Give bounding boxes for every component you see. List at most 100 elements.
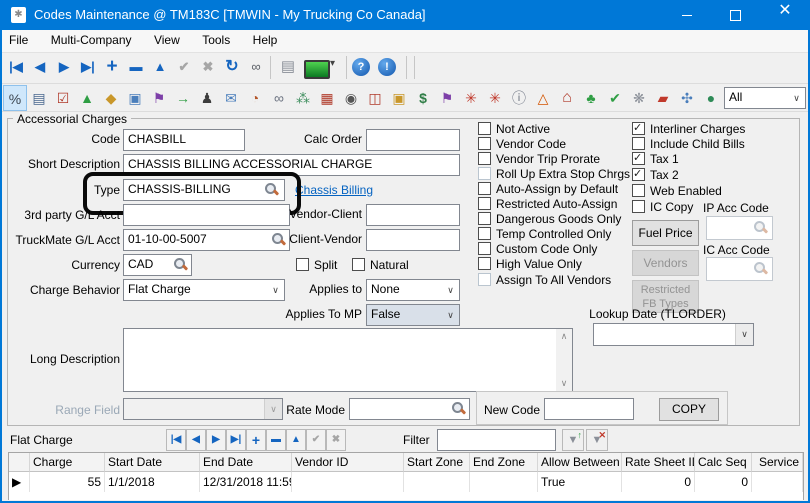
import-card-icon[interactable]: → [171, 85, 195, 111]
grid-first-icon[interactable]: |◀ [166, 429, 186, 451]
grid-header-service[interactable]: Service [752, 453, 803, 472]
grid-cancel-icon[interactable]: ✖ [326, 429, 346, 451]
tax2-checkbox[interactable] [632, 168, 645, 181]
car-icon[interactable]: ▰ [651, 85, 675, 111]
percent-icon[interactable]: % [3, 85, 27, 111]
grid-header-end-zone[interactable]: End Zone [470, 453, 538, 472]
refresh-icon[interactable]: ↻ [220, 54, 244, 80]
menu-help[interactable]: Help [244, 30, 287, 52]
applies-to-mp-select[interactable]: False ∨ [366, 304, 460, 326]
grid-header-start-zone[interactable]: Start Zone [404, 453, 470, 472]
vendor-client-field[interactable] [366, 204, 460, 226]
menu-tools[interactable]: Tools [193, 30, 239, 52]
type-link[interactable]: Chassis Billing [295, 183, 373, 197]
menu-file[interactable]: File [0, 30, 37, 52]
auto-assign-default-checkbox[interactable] [478, 182, 491, 195]
minimize-button[interactable] [664, 0, 710, 30]
high-value-checkbox[interactable] [478, 257, 491, 270]
copy-pages-icon[interactable]: ▣ [123, 85, 147, 111]
gold-pack-icon[interactable]: ◆ [99, 85, 123, 111]
code-field[interactable]: CHASBILL [123, 129, 245, 151]
screen-dropdown-icon[interactable]: ▾ [330, 58, 335, 69]
scroll-up-icon[interactable]: ∧ [556, 329, 572, 344]
shapes-icon[interactable]: △ [531, 85, 555, 111]
info-doc-icon[interactable]: ⓘ [507, 85, 531, 111]
grid-header-vendor-id[interactable]: Vendor ID [292, 453, 404, 472]
prior-record-icon[interactable]: ◀ [28, 54, 52, 80]
ic-copy-checkbox[interactable] [632, 200, 645, 213]
next-record-icon[interactable]: ▶ [52, 54, 76, 80]
scope-select[interactable]: All ∨ [724, 87, 806, 109]
grid-header-start-date[interactable]: Start Date [105, 453, 200, 472]
print-icon[interactable]: ▤ [276, 54, 300, 80]
vendor-code-checkbox[interactable] [478, 137, 491, 150]
grid-header-end-date[interactable]: End Date [200, 453, 292, 472]
gears-icon[interactable]: ❋ [627, 85, 651, 111]
menu-view[interactable]: View [145, 30, 189, 52]
rate-mode-field[interactable] [349, 398, 470, 420]
invoice-icon[interactable]: $ [411, 85, 435, 111]
grid-last-icon[interactable]: ▶| [226, 429, 246, 451]
filter-apply-button[interactable]: ▼ ↑ [562, 429, 584, 451]
calendar-icon[interactable]: ▦ [315, 85, 339, 111]
natural-checkbox[interactable] [352, 258, 365, 271]
camera-icon[interactable]: ◉ [339, 85, 363, 111]
insert-record-icon[interactable]: + [100, 54, 124, 80]
range-field-select[interactable]: ∨ [123, 398, 283, 420]
checklist-icon[interactable]: ☑ [51, 85, 75, 111]
custom-code-checkbox[interactable] [478, 242, 491, 255]
type-lookup-icon[interactable] [264, 182, 279, 197]
binoculars-icon[interactable]: ∞ [244, 54, 268, 80]
screen-icon[interactable] [304, 60, 330, 79]
not-active-checkbox[interactable] [478, 122, 491, 135]
split-checkbox[interactable] [296, 258, 309, 271]
client-vendor-field[interactable] [366, 229, 460, 251]
menu-multi-company[interactable]: Multi-Company [42, 30, 141, 52]
cancel-edit-icon[interactable]: ✖ [196, 54, 220, 80]
dangerous-goods-checkbox[interactable] [478, 212, 491, 225]
temp-controlled-checkbox[interactable] [478, 227, 491, 240]
applies-to-select[interactable]: None ∨ [366, 279, 460, 301]
scroll-down-icon[interactable]: ∨ [556, 376, 572, 391]
tree-icon[interactable]: ♣ [579, 85, 603, 111]
rate-mode-lookup-icon[interactable] [451, 401, 466, 416]
chart-icon[interactable]: ▲ [75, 85, 99, 111]
calc-order-field[interactable] [366, 129, 460, 151]
edit-record-icon[interactable]: ▲ [148, 54, 172, 80]
grid-header-charge[interactable]: Charge [30, 453, 105, 472]
grid-insert-icon[interactable]: + [246, 429, 266, 451]
mail-icon[interactable]: ✉ [219, 85, 243, 111]
about-icon[interactable]: ! [378, 58, 396, 76]
grid-delete-icon[interactable]: ▬ [266, 429, 286, 451]
grid-header-rate-sheet-id[interactable]: Rate Sheet ID [622, 453, 695, 472]
atom-red-icon[interactable]: ✳ [459, 85, 483, 111]
lookup-date-select[interactable]: ∨ [593, 323, 754, 346]
grid-next-icon[interactable]: ▶ [206, 429, 226, 451]
home-icon[interactable]: ⌂ [555, 85, 579, 111]
driver-icon[interactable]: ♟ [195, 85, 219, 111]
long-description-scrollbar[interactable]: ∧ ∨ [556, 329, 572, 391]
approve-check-icon[interactable]: ✔ [603, 85, 627, 111]
flag2-icon[interactable]: ⚑ [435, 85, 459, 111]
help-icon[interactable]: ? [352, 58, 370, 76]
gauge-icon[interactable]: ◔ [243, 85, 267, 111]
restricted-auto-assign-checkbox[interactable] [478, 197, 491, 210]
include-child-bills-checkbox[interactable] [632, 137, 645, 150]
type-field[interactable]: CHASSIS-BILLING [123, 179, 285, 201]
filter-input[interactable] [437, 429, 556, 451]
grid-prior-icon[interactable]: ◀ [186, 429, 206, 451]
code-list-icon[interactable]: ▤ [27, 85, 51, 111]
maximize-button[interactable] [712, 0, 758, 30]
currency-lookup-icon[interactable] [173, 257, 188, 272]
copy-button[interactable]: COPY [659, 398, 719, 421]
currency-field[interactable]: CAD [123, 254, 192, 276]
last-record-icon[interactable]: ▶| [76, 54, 100, 80]
first-record-icon[interactable]: |◀ [4, 54, 28, 80]
link-icon[interactable]: ∞ [267, 85, 291, 111]
fuel-price-button[interactable]: Fuel Price [632, 220, 699, 246]
grid-header-calc-seq[interactable]: Calc Seq [695, 453, 752, 472]
grid-post-icon[interactable]: ✔ [306, 429, 326, 451]
atom-red2-icon[interactable]: ✳ [483, 85, 507, 111]
interliner-charges-checkbox[interactable] [632, 122, 645, 135]
grid-edit-icon[interactable]: ▲ [286, 429, 306, 451]
